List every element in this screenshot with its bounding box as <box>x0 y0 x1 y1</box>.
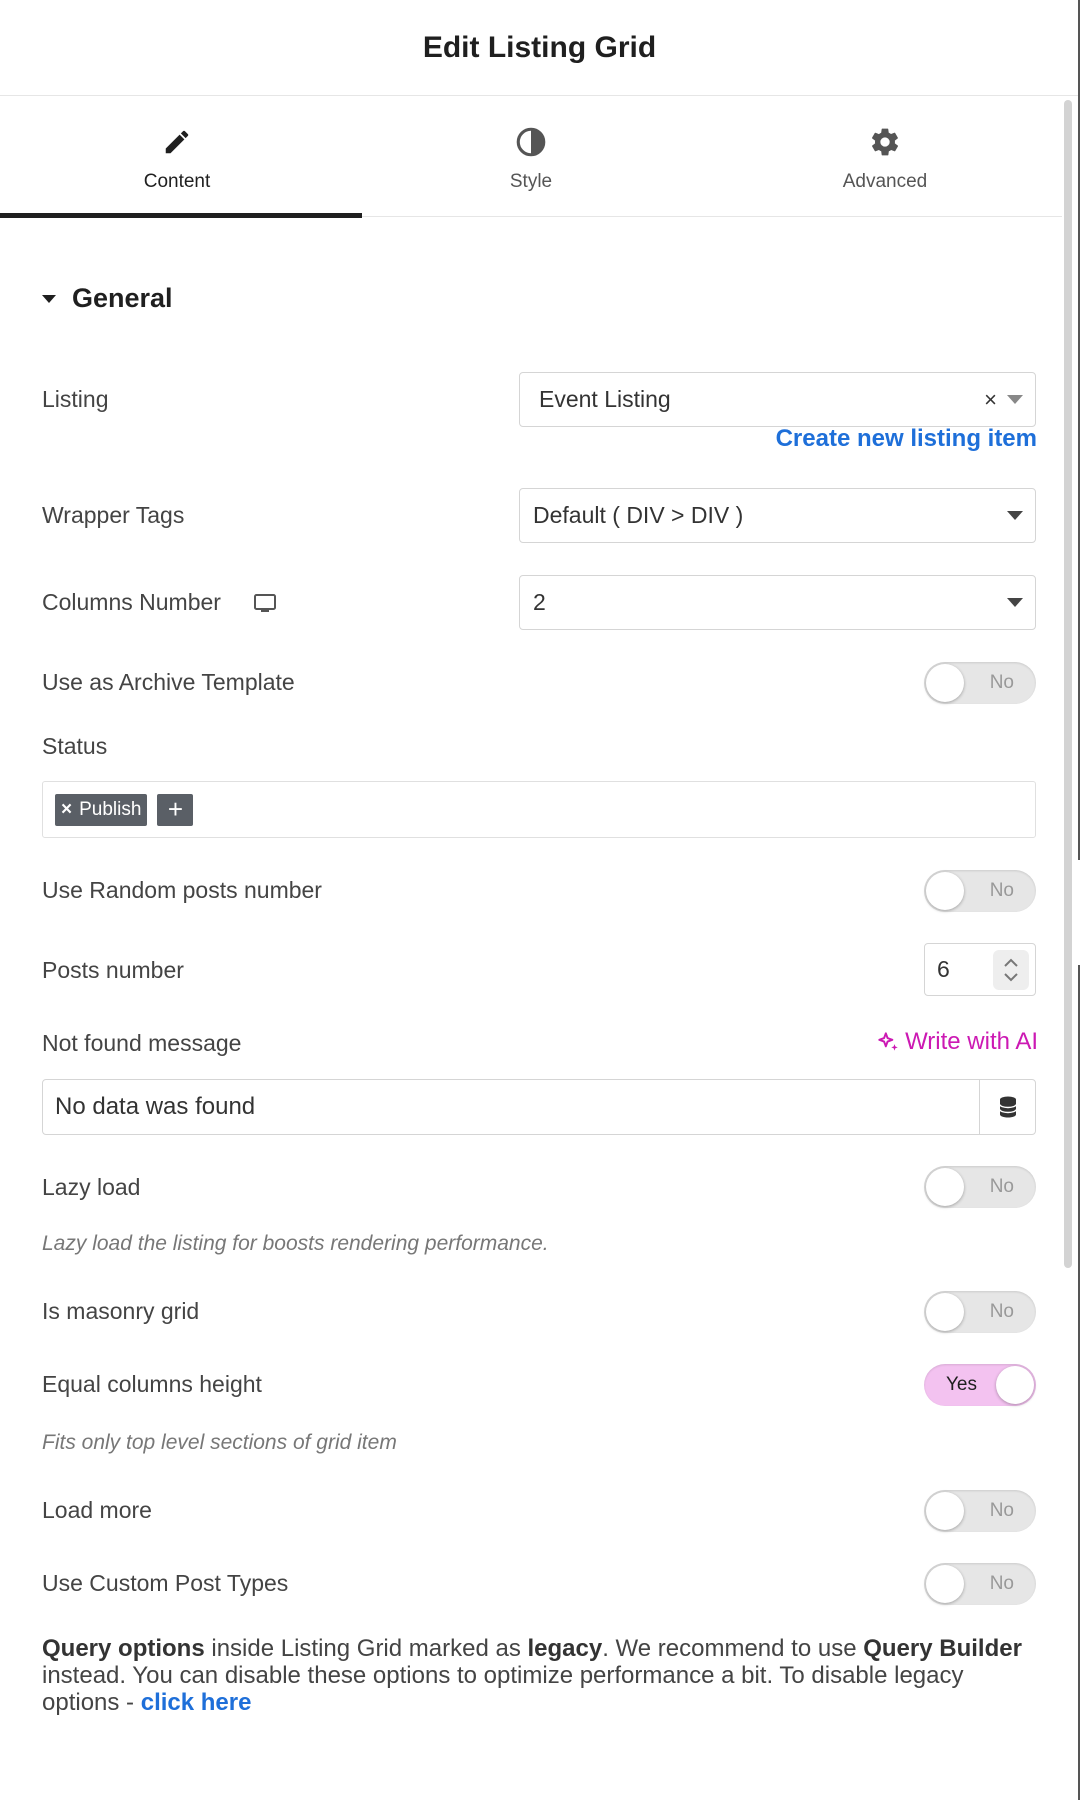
chevron-down-icon <box>1007 511 1023 520</box>
random-posts-label: Use Random posts number <box>42 877 322 903</box>
toggle-state: No <box>989 672 1014 693</box>
custom-post-types-toggle[interactable]: No <box>924 1563 1036 1605</box>
random-posts-toggle[interactable]: No <box>924 870 1036 912</box>
not-found-message-value[interactable]: No data was found <box>43 1093 979 1121</box>
columns-number-label-wrap: Columns Number <box>42 589 277 616</box>
number-stepper[interactable] <box>993 949 1029 990</box>
masonry-label: Is masonry grid <box>42 1298 200 1324</box>
columns-number-value: 2 <box>533 589 546 615</box>
status-label: Status <box>42 733 108 759</box>
notice-bold: Query options <box>42 1635 205 1662</box>
status-tag: × Publish <box>55 793 148 826</box>
sparkle-icon <box>878 1032 898 1051</box>
notice-text: . We recommend to use <box>602 1635 864 1662</box>
equal-height-description: Fits only top level sections of grid ite… <box>42 1431 397 1454</box>
status-tag-input[interactable]: × Publish + <box>42 781 1036 838</box>
toggle-knob <box>926 1293 964 1331</box>
editor-panel: Edit Listing Grid Content Style Advanced <box>0 0 1080 1800</box>
panel-title: Edit Listing Grid <box>422 30 657 64</box>
chevron-up-icon <box>1004 958 1018 967</box>
wrapper-tags-value: Default ( DIV > DIV ) <box>533 502 744 528</box>
contrast-icon <box>514 125 548 159</box>
dynamic-tags-button[interactable] <box>979 1080 1035 1134</box>
archive-template-toggle[interactable]: No <box>924 662 1036 704</box>
load-more-label: Load more <box>42 1497 152 1523</box>
tab-content[interactable]: Content <box>0 97 362 218</box>
tab-label: Style <box>509 171 553 192</box>
notice-text: inside Listing Grid marked as <box>204 1635 528 1662</box>
tab-style[interactable]: Style <box>354 97 708 217</box>
toggle-knob <box>926 1565 964 1603</box>
equal-height-label: Equal columns height <box>42 1371 262 1397</box>
scrollbar-thumb[interactable] <box>1064 100 1072 1268</box>
notice-bold: Query Builder <box>863 1635 1022 1662</box>
posts-number-label: Posts number <box>42 957 184 983</box>
listing-value: Event Listing <box>539 386 671 412</box>
write-with-ai-label: Write with AI <box>905 1028 1038 1055</box>
section-title: General <box>72 283 173 313</box>
desktop-icon[interactable] <box>253 593 277 613</box>
panel-header: Edit Listing Grid <box>0 0 1080 96</box>
listing-select[interactable]: Event Listing × <box>519 372 1036 427</box>
status-tag-label: Publish <box>79 798 142 820</box>
chevron-down-icon <box>1004 972 1018 981</box>
pencil-icon <box>160 125 194 159</box>
disable-legacy-link[interactable]: click here <box>141 1689 252 1716</box>
columns-number-label: Columns Number <box>42 589 221 615</box>
toggle-state: No <box>989 1573 1014 1594</box>
chevron-down-icon <box>1007 395 1023 404</box>
gear-icon <box>868 125 902 159</box>
tab-label: Content <box>143 171 211 192</box>
tab-advanced[interactable]: Advanced <box>708 97 1062 217</box>
legacy-query-notice: Query options inside Listing Grid marked… <box>42 1635 1042 1716</box>
archive-template-label: Use as Archive Template <box>42 669 295 695</box>
load-more-toggle[interactable]: No <box>924 1490 1036 1532</box>
masonry-toggle[interactable]: No <box>924 1291 1036 1333</box>
not-found-label: Not found message <box>42 1030 242 1056</box>
chevron-down-icon <box>1007 598 1023 607</box>
create-listing-link[interactable]: Create new listing item <box>700 425 1037 453</box>
equal-height-toggle[interactable]: Yes <box>924 1364 1036 1406</box>
section-general-toggle[interactable]: General <box>42 283 173 314</box>
clear-icon[interactable]: × <box>984 387 997 413</box>
listing-label: Listing <box>42 386 109 412</box>
toggle-state: No <box>989 1301 1014 1322</box>
caret-down-icon <box>42 294 56 303</box>
lazy-load-toggle[interactable]: No <box>924 1166 1036 1208</box>
toggle-state: Yes <box>946 1374 977 1395</box>
toggle-knob <box>926 1492 964 1530</box>
tab-bar: Content Style Advanced <box>0 97 1062 218</box>
toggle-state: No <box>989 1176 1014 1197</box>
lazy-load-description: Lazy load the listing for boosts renderi… <box>42 1232 549 1255</box>
toggle-knob <box>926 664 964 702</box>
not-found-message-field[interactable]: No data was found <box>42 1079 1036 1135</box>
posts-number-value: 6 <box>937 956 950 982</box>
lazy-load-label: Lazy load <box>42 1174 141 1200</box>
add-status-button[interactable]: + <box>157 793 194 826</box>
remove-tag-icon[interactable]: × <box>61 799 72 821</box>
write-with-ai-link[interactable]: Write with AI <box>858 1028 1038 1056</box>
custom-post-types-label: Use Custom Post Types <box>42 1570 289 1596</box>
notice-bold: legacy <box>527 1635 603 1662</box>
toggle-state: No <box>989 880 1014 901</box>
active-tab-indicator <box>0 213 362 218</box>
toggle-knob <box>926 1168 964 1206</box>
database-icon <box>998 1096 1017 1118</box>
wrapper-tags-select[interactable]: Default ( DIV > DIV ) <box>519 488 1036 543</box>
wrapper-tags-label: Wrapper Tags <box>42 502 185 528</box>
posts-number-input[interactable]: 6 <box>924 943 1036 996</box>
toggle-knob <box>926 872 964 910</box>
toggle-state: No <box>989 1500 1014 1521</box>
columns-number-select[interactable]: 2 <box>519 575 1036 630</box>
toggle-knob <box>996 1366 1034 1404</box>
tab-label: Advanced <box>842 171 928 192</box>
